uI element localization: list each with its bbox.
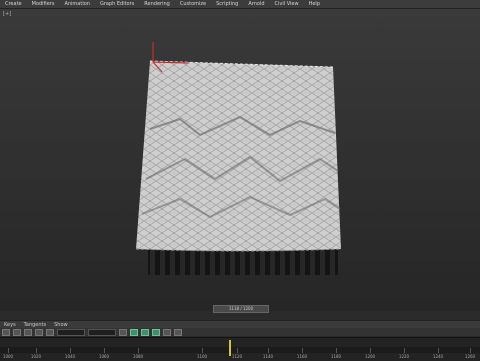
tick-label: 1240 xyxy=(432,354,444,359)
mesh-render xyxy=(135,42,342,275)
menu-bar: Create Modifiers Animation Graph Editors… xyxy=(0,0,480,9)
frame-field[interactable] xyxy=(57,328,85,336)
curve-toolbar xyxy=(0,328,480,336)
tick xyxy=(302,348,303,353)
tick-label: 1140 xyxy=(262,354,274,359)
tick-label: 1220 xyxy=(398,354,410,359)
time-slider[interactable]: 1118 / 1200 xyxy=(213,305,269,313)
tick-label: 1020 xyxy=(30,354,42,359)
tick-label: 1100 xyxy=(196,354,208,359)
perspective-viewport[interactable]: [+] xyxy=(0,9,480,311)
tick xyxy=(138,348,139,353)
menu-create[interactable]: Create xyxy=(0,0,27,8)
menu-modifiers[interactable]: Modifiers xyxy=(27,0,60,8)
scale-values-icon[interactable] xyxy=(46,328,54,336)
tick-label: 1000 xyxy=(2,354,14,359)
tick xyxy=(470,348,471,353)
tick xyxy=(104,348,105,353)
menu-animation[interactable]: Animation xyxy=(59,0,95,8)
mesh-top-surface xyxy=(136,61,341,251)
tick xyxy=(370,348,371,353)
tick-label: 1040 xyxy=(64,354,76,359)
tick xyxy=(438,348,439,353)
menu-help[interactable]: Help xyxy=(304,0,325,8)
tangent-smooth-icon[interactable] xyxy=(141,328,149,336)
tick xyxy=(36,348,37,353)
tick xyxy=(70,348,71,353)
tangent-auto-icon[interactable] xyxy=(130,328,138,336)
tick xyxy=(336,348,337,353)
scale-keys-icon[interactable] xyxy=(35,328,43,336)
tick xyxy=(404,348,405,353)
menu-rendering[interactable]: Rendering xyxy=(139,0,175,8)
slide-keys-icon[interactable] xyxy=(24,328,32,336)
tick-label: 1120 xyxy=(231,354,243,359)
tick-label: 1180 xyxy=(330,354,342,359)
timeline[interactable]: 1000 1020 1040 1060 1080 1100 1120 1140 … xyxy=(0,337,480,361)
tick xyxy=(202,348,203,353)
tick-label: 1060 xyxy=(98,354,110,359)
tick xyxy=(237,348,238,353)
key-mode-icon[interactable] xyxy=(119,328,127,336)
menu-scripting[interactable]: Scripting xyxy=(211,0,243,8)
menu-graph-editors[interactable]: Graph Editors xyxy=(95,0,139,8)
tick-label: 1080 xyxy=(132,354,144,359)
zoom-icon[interactable] xyxy=(163,328,171,336)
tick-label: 1160 xyxy=(296,354,308,359)
menu-customize[interactable]: Customize xyxy=(175,0,211,8)
tick-label: 1200 xyxy=(364,354,376,359)
tick xyxy=(8,348,9,353)
menu-arnold[interactable]: Arnold xyxy=(243,0,269,8)
playhead[interactable] xyxy=(229,340,231,356)
filter-icon[interactable] xyxy=(2,328,10,336)
menu-civil-view[interactable]: Civil View xyxy=(270,0,304,8)
move-keys-icon[interactable] xyxy=(13,328,21,336)
tick xyxy=(268,348,269,353)
viewport-label[interactable]: [+] xyxy=(3,11,11,17)
tick-label: 1260 xyxy=(464,354,476,359)
tangent-linear-icon[interactable] xyxy=(152,328,160,336)
value-field[interactable] xyxy=(88,328,116,336)
pan-icon[interactable] xyxy=(174,328,182,336)
timeline-track[interactable] xyxy=(0,347,480,353)
